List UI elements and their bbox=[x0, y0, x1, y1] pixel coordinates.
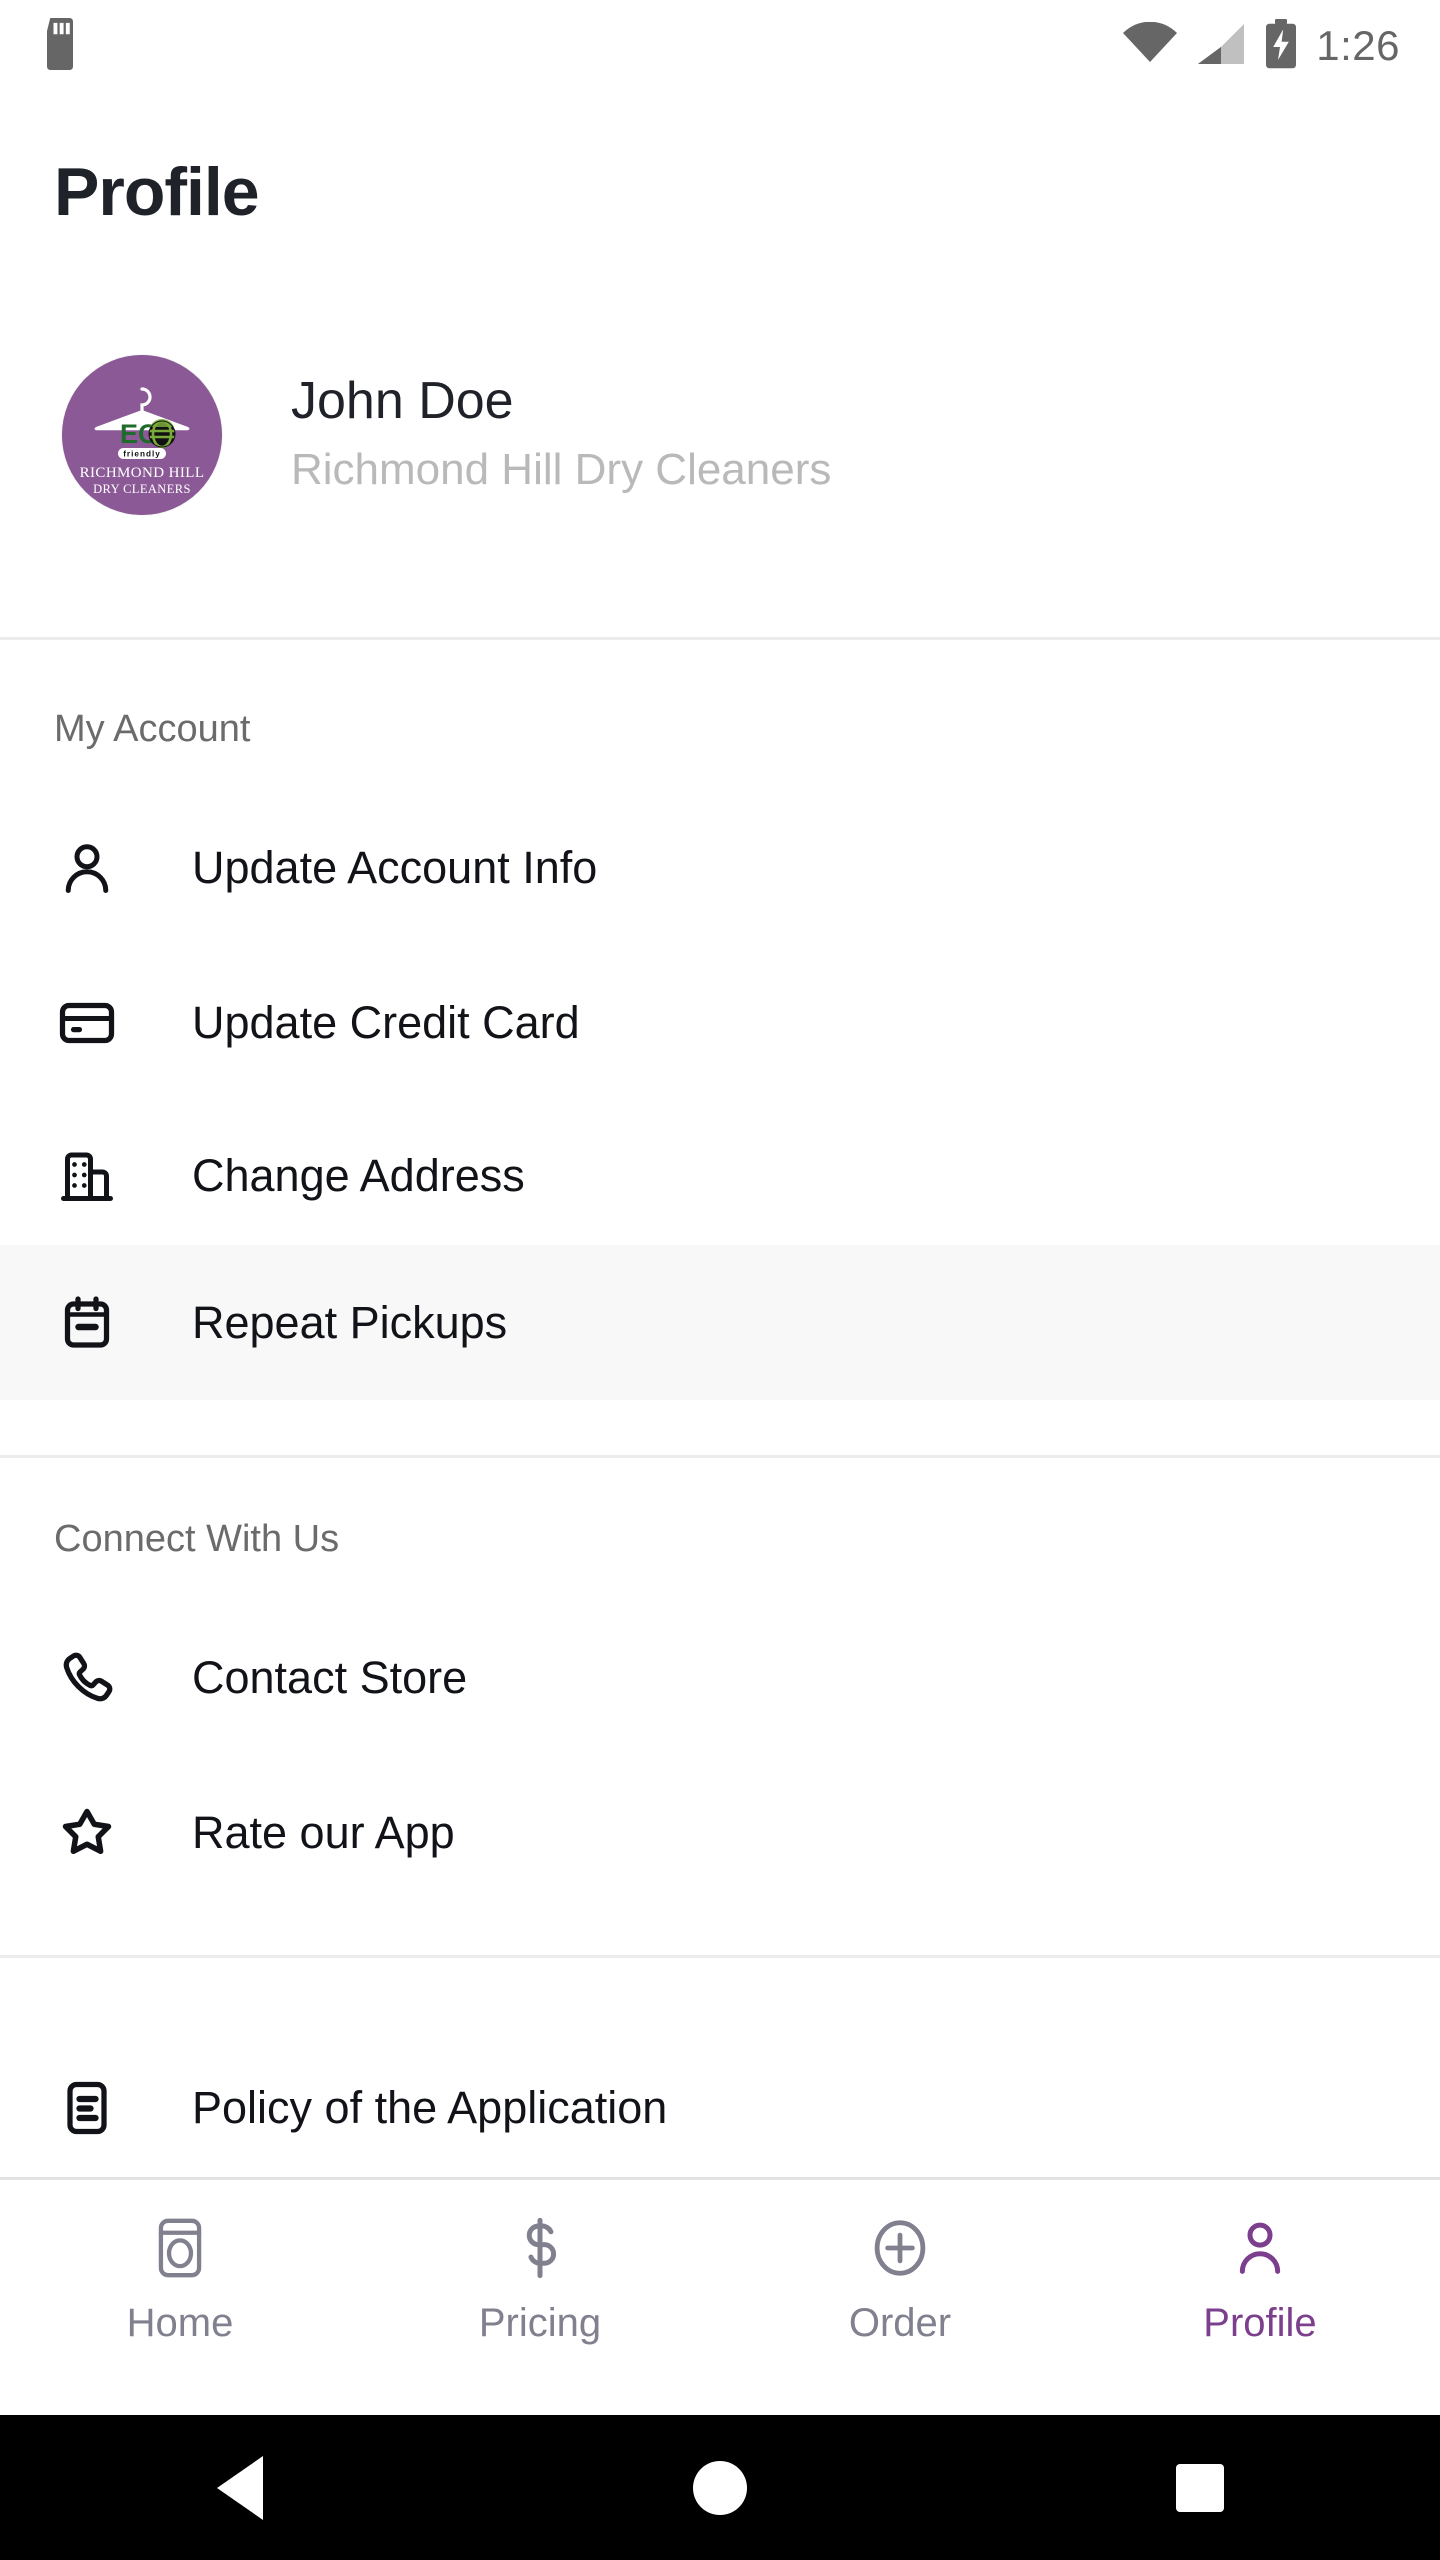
person-icon bbox=[54, 835, 120, 901]
phone-icon bbox=[54, 1645, 120, 1711]
divider-after-my-account bbox=[0, 1455, 1440, 1458]
menu-item-contact-store[interactable]: Contact Store bbox=[0, 1600, 1440, 1755]
menu-item-label: Policy of the Application bbox=[192, 2082, 668, 2133]
recents-button[interactable] bbox=[1125, 2415, 1275, 2560]
tab-pricing[interactable]: Pricing bbox=[360, 2180, 720, 2377]
home-button[interactable] bbox=[645, 2415, 795, 2560]
tab-home[interactable]: Home bbox=[0, 2180, 360, 2377]
washing-machine-icon bbox=[147, 2215, 213, 2281]
section-label-connect-with-us: Connect With Us bbox=[54, 1518, 340, 1560]
svg-text:DRY CLEANERS: DRY CLEANERS bbox=[93, 482, 191, 496]
menu-item-label: Update Account Info bbox=[192, 842, 598, 893]
sd-card-icon bbox=[40, 17, 80, 75]
profile-store-name: Richmond Hill Dry Cleaners bbox=[291, 445, 832, 495]
credit-card-icon bbox=[54, 990, 120, 1056]
tab-label: Pricing bbox=[478, 2300, 602, 2345]
divider-after-connect bbox=[0, 1955, 1440, 1958]
avatar[interactable]: EC friendly RICHMOND HILL DRY CLEANERS bbox=[62, 355, 222, 515]
menu-item-change-address[interactable]: Change Address bbox=[0, 1098, 1440, 1253]
tab-label: Profile bbox=[1203, 2300, 1317, 2345]
status-bar-clock: 1:26 bbox=[1316, 22, 1400, 69]
menu-item-policy-of-the-application[interactable]: Policy of the Application bbox=[0, 2030, 1440, 2185]
menu-item-label: Change Address bbox=[192, 1150, 525, 1201]
section-label-my-account: My Account bbox=[54, 708, 251, 750]
building-icon bbox=[54, 1143, 120, 1209]
menu-item-rate-our-app[interactable]: Rate our App bbox=[0, 1755, 1440, 1910]
cellular-signal-icon bbox=[1196, 22, 1246, 71]
profile-header[interactable]: EC friendly RICHMOND HILL DRY CLEANERS J… bbox=[0, 340, 1440, 530]
android-navigation-bar bbox=[0, 2415, 1440, 2560]
tab-label: Home bbox=[126, 2300, 234, 2345]
menu-item-label: Contact Store bbox=[192, 1652, 468, 1703]
page-title: Profile bbox=[54, 154, 260, 230]
svg-text:RICHMOND HILL: RICHMOND HILL bbox=[80, 465, 205, 481]
document-list-icon bbox=[54, 2075, 120, 2141]
svg-text:friendly: friendly bbox=[123, 450, 161, 459]
menu-item-label: Repeat Pickups bbox=[192, 1297, 508, 1348]
back-triangle-icon bbox=[217, 2455, 263, 2520]
profile-text: John Doe Richmond Hill Dry Cleaners bbox=[291, 372, 831, 499]
home-circle-icon bbox=[693, 2460, 747, 2515]
menu-item-label: Update Credit Card bbox=[192, 997, 580, 1048]
status-bar: 1:26 bbox=[0, 0, 1440, 92]
tab-order[interactable]: Order bbox=[720, 2180, 1080, 2377]
star-icon bbox=[54, 1800, 120, 1866]
status-bar-left bbox=[40, 17, 80, 75]
tab-label: Order bbox=[848, 2300, 952, 2345]
bottom-tab-bar: Home Pricing Order Profile bbox=[0, 2177, 1440, 2377]
profile-name: John Doe bbox=[291, 371, 514, 430]
divider-after-profile bbox=[0, 637, 1440, 640]
back-button[interactable] bbox=[165, 2415, 315, 2560]
menu-item-update-credit-card[interactable]: Update Credit Card bbox=[0, 945, 1440, 1100]
tab-profile[interactable]: Profile bbox=[1080, 2180, 1440, 2377]
battery-charging-icon bbox=[1264, 18, 1298, 74]
menu-item-repeat-pickups[interactable]: Repeat Pickups bbox=[0, 1245, 1440, 1400]
menu-item-label: Rate our App bbox=[192, 1807, 455, 1858]
calendar-minus-icon bbox=[54, 1290, 120, 1356]
person-icon bbox=[1227, 2215, 1293, 2281]
dollar-icon bbox=[507, 2215, 573, 2281]
wifi-icon bbox=[1122, 21, 1178, 71]
plus-circle-icon bbox=[867, 2215, 933, 2281]
menu-item-update-account-info[interactable]: Update Account Info bbox=[0, 790, 1440, 945]
recents-square-icon bbox=[1176, 2463, 1224, 2512]
status-bar-right: 1:26 bbox=[1122, 18, 1400, 74]
